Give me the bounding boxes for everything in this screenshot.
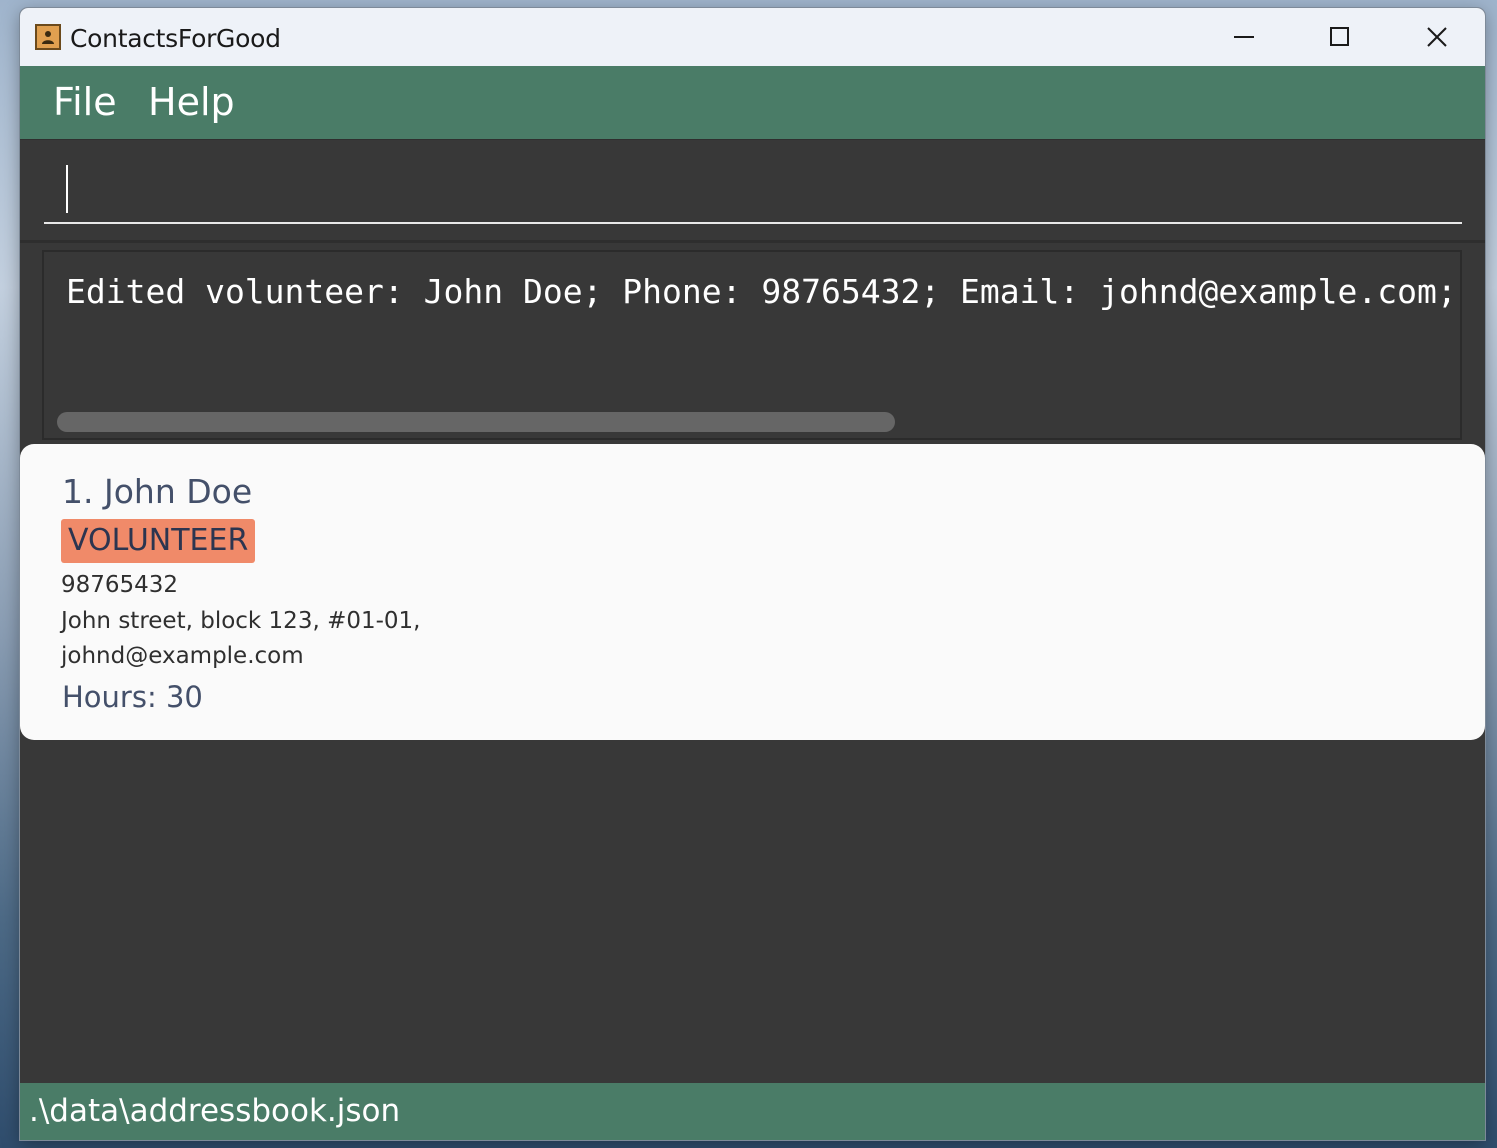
menu-file[interactable]: File <box>53 80 117 124</box>
status-bar: .\data\addressbook.json <box>20 1083 1485 1140</box>
person-hours: Hours: 30 <box>62 680 203 714</box>
person-name: 1. John Doe <box>62 472 253 511</box>
menu-bar: File Help <box>20 66 1485 141</box>
result-display[interactable]: Edited volunteer: John Doe; Phone: 98765… <box>42 250 1462 440</box>
person-card[interactable]: 1. John Doe VOLUNTEER 98765432 John stre… <box>20 444 1485 740</box>
title-bar[interactable]: ContactsForGood <box>20 8 1485 66</box>
person-address: John street, block 123, #01-01, <box>61 608 421 634</box>
close-icon <box>1427 27 1447 47</box>
minimize-icon <box>1234 36 1254 38</box>
text-caret <box>66 165 68 213</box>
maximize-button[interactable] <box>1316 18 1364 56</box>
person-phone: 98765432 <box>61 572 179 598</box>
window-title: ContactsForGood <box>70 24 281 53</box>
tag-badge: VOLUNTEER <box>61 519 256 563</box>
minimize-button[interactable] <box>1220 18 1268 56</box>
close-button[interactable] <box>1413 18 1461 56</box>
app-window: ContactsForGood File Help Edited volunte… <box>20 8 1485 1140</box>
maximize-icon <box>1330 27 1349 46</box>
person-list[interactable]: 1. John Doe VOLUNTEER 98765432 John stre… <box>20 444 1485 1084</box>
horizontal-scrollbar[interactable] <box>57 412 895 432</box>
menu-help[interactable]: Help <box>148 80 235 124</box>
command-box <box>20 140 1485 243</box>
person-email: johnd@example.com <box>61 643 304 669</box>
command-input[interactable] <box>44 158 1462 224</box>
result-message: Edited volunteer: John Doe; Phone: 98765… <box>66 272 1460 311</box>
contact-book-icon <box>35 24 61 50</box>
save-file-path: .\data\addressbook.json <box>29 1093 401 1129</box>
